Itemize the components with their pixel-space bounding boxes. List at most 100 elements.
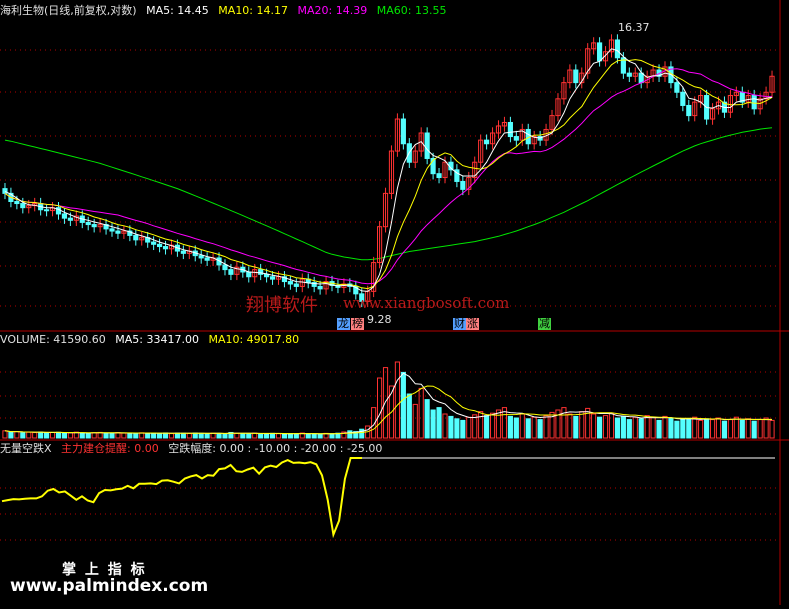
candle-body [626,72,632,77]
volume-bar [715,417,722,439]
volume-bar [739,419,745,439]
volume-bar [204,433,210,439]
candle-body [115,230,121,234]
volume-bar [620,415,626,439]
volume-bar [430,409,436,439]
tag-reduce[interactable]: 减 [538,318,551,330]
volume-ma10: MA10: 49017.80 [208,333,300,346]
volume-bar [394,361,401,439]
volume-bar [103,432,109,439]
candle-body [180,250,186,254]
ma20-legend: MA20: 14.39 [297,4,368,17]
volume-bar [579,411,585,439]
volume-bar [495,409,502,439]
volume-bar [757,419,763,439]
volume-bar [638,418,644,439]
volume-bar [216,432,222,439]
volume-bar [478,411,484,439]
volume-bar [2,430,8,439]
ma60-legend: MA60: 13.55 [376,4,447,17]
candle-body [151,241,157,245]
candle-body [85,221,91,226]
volume-bar [8,431,14,439]
volume-bar [644,415,650,439]
volume-bar [234,432,240,439]
volume-bar [222,433,228,439]
volume-bar [745,418,751,439]
volume-bar [626,419,632,439]
volume-bar [454,418,460,439]
volume-bar [156,432,163,439]
volume-bar [305,433,311,439]
volume-bar [704,418,710,439]
volume-bar [151,432,157,439]
candle-body [133,234,139,241]
volume-bar [513,417,519,439]
volume-bar [680,418,686,439]
volume-bar [186,433,192,439]
candle-body [507,121,513,138]
stock-name: 海利生物(日线,前复权,对数) [0,4,137,17]
ma5-legend: MA5: 14.45 [146,4,209,17]
volume-bar [85,432,91,439]
tag-dragon[interactable]: 龙 [337,318,350,330]
candle-body [513,136,519,141]
volume-bar [329,433,335,439]
volume-bar [406,393,412,439]
volume-bar [127,432,133,439]
candle-body [674,82,680,93]
candle-body [198,255,204,259]
volume-bar [656,419,662,439]
volume-bar [597,416,603,439]
volume-bar [275,433,282,439]
volume-bar [198,432,204,439]
volume-bar [472,414,478,439]
volume-bar [537,419,543,439]
volume-legend: VOLUME: 41590.60 MA5: 33417.00 MA10: 490… [0,333,305,346]
price-legend: 海利生物(日线,前复权,对数) MA5: 14.45 MA10: 14.17 M… [0,4,452,17]
volume-bar [460,419,466,439]
volume-bar [79,432,85,439]
volume-bar [650,416,656,439]
high-price-label: 16.37 [618,21,650,34]
volume-bar [26,431,32,439]
volume-bar [525,418,531,439]
tag-finance[interactable]: 财 [453,318,466,330]
volume-bar [67,432,73,439]
volume-bar [145,433,151,439]
volume-bar [436,407,442,439]
volume-bar [293,433,299,439]
volume-bar [668,417,674,439]
candle-body [424,132,430,159]
brand-watermark-url: www.xiangbosoft.com [343,294,510,312]
volume-bar [174,432,180,439]
low-price-label: 9.28 [367,313,392,326]
volume-bar [139,432,145,439]
tag-list[interactable]: 榜 [351,318,364,330]
ma10-line [4,59,773,290]
volume-bar [674,420,680,439]
volume-bar [44,432,50,439]
volume-bar [55,431,62,439]
candle-body [61,213,68,219]
candle-body [204,257,210,261]
volume-bar [347,430,353,439]
candle-body [91,224,97,228]
volume-bar [632,416,638,439]
volume-bar [507,415,513,439]
candle-body [484,139,490,145]
volume-bar [721,420,728,439]
volume-bar [38,431,44,439]
volume-bar [121,432,127,439]
tag-rise[interactable]: 涨 [466,318,479,330]
stock-chart-window: 海利生物(日线,前复权,对数) MA5: 14.45 MA10: 14.17 M… [0,0,789,605]
candle-body [67,217,73,221]
volume-bar [751,420,757,439]
candle-body [317,285,323,290]
volume-bar [489,412,496,439]
volume-bar [484,415,490,439]
candle-body [14,200,20,205]
candle-body [293,283,299,287]
volume-bar [180,432,186,439]
candle-body [162,246,169,250]
